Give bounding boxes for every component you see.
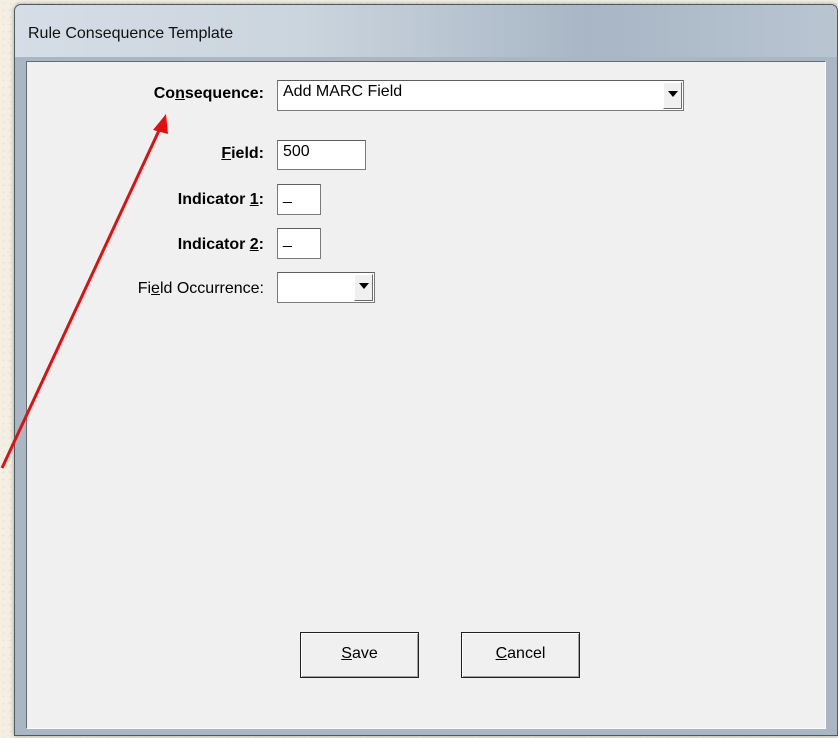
field-occurrence-select[interactable] <box>277 272 375 303</box>
dialog-window: Rule Consequence Template Consequence: A… <box>14 4 838 736</box>
title-bar[interactable]: Rule Consequence Template <box>15 5 837 57</box>
indicator-1-input[interactable]: _ <box>277 184 321 215</box>
consequence-value: Add MARC Field <box>283 83 403 100</box>
field-occurrence-label: Field Occurrence: <box>137 280 264 297</box>
save-button[interactable]: Save <box>300 632 419 678</box>
field-input[interactable]: 500 <box>277 140 366 170</box>
indicator-1-label: Indicator 1: <box>177 191 264 208</box>
indicator-2-input[interactable]: _ <box>277 228 321 259</box>
dialog-title: Rule Consequence Template <box>28 25 234 42</box>
consequence-select[interactable]: Add MARC Field <box>277 80 684 111</box>
consequence-label: Consequence: <box>153 85 264 102</box>
chevron-down-icon[interactable] <box>354 274 373 301</box>
indicator-2-label: Indicator 2: <box>177 236 264 253</box>
field-label: Field: <box>221 145 264 162</box>
cancel-button[interactable]: Cancel <box>461 632 580 678</box>
chevron-down-icon[interactable] <box>663 82 682 109</box>
dialog-client-area: Consequence: Add MARC Field Field: 500 I… <box>26 61 826 729</box>
